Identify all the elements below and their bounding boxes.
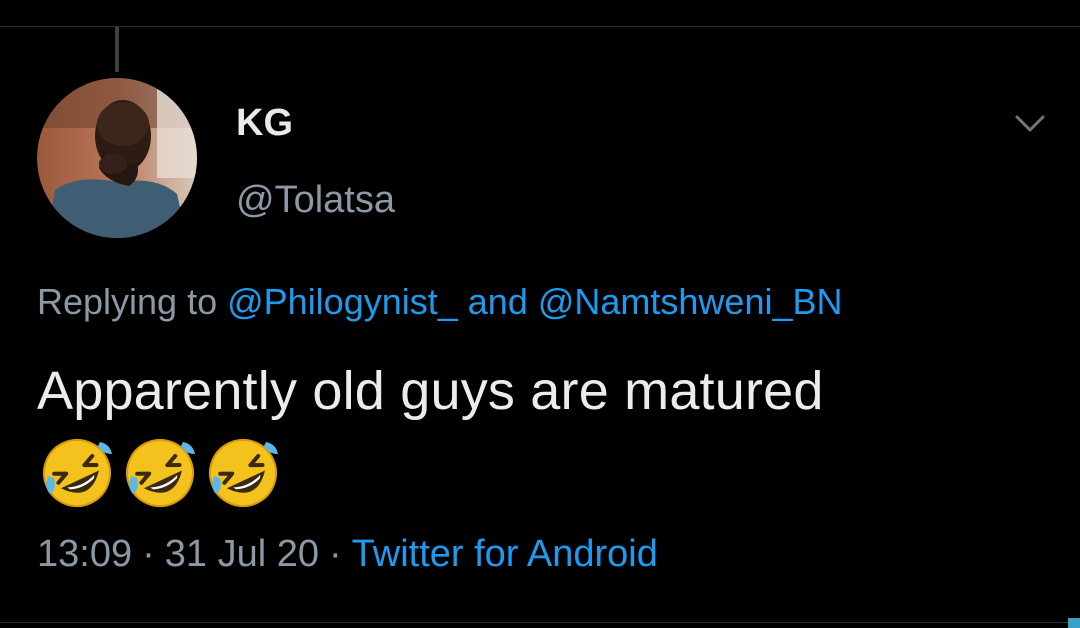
mention-link[interactable]: @Namtshweni_BN [538, 281, 843, 322]
emoji-row [40, 436, 280, 510]
rolling-on-floor-laughing-emoji [126, 439, 195, 507]
tweet-time[interactable]: 13:09 [37, 533, 132, 575]
rolling-on-floor-laughing-emoji [43, 439, 112, 507]
tweet-date[interactable]: 31 Jul 20 [165, 533, 319, 575]
tweet-source-link[interactable]: Twitter for Android [352, 533, 658, 575]
corner-accent [1068, 618, 1080, 628]
author-display-name[interactable]: KG [236, 102, 293, 145]
reply-context: Replying to @Philogynist_ and @Namtshwen… [37, 281, 843, 323]
author-handle[interactable]: @Tolatsa [236, 179, 395, 222]
reply-joiner: and [457, 281, 538, 322]
meta-separator: · [142, 533, 155, 575]
avatar-photo [37, 78, 197, 238]
mention-link[interactable]: @Philogynist_ [227, 281, 458, 322]
top-divider [0, 26, 1080, 27]
bottom-divider [0, 622, 1080, 623]
more-options-button[interactable] [1008, 104, 1052, 144]
avatar[interactable] [37, 78, 197, 238]
tweet-metadata: 13:09 · 31 Jul 20 · Twitter for Android [37, 533, 658, 576]
thread-connector-line [115, 27, 119, 72]
chevron-down-icon [1015, 115, 1045, 132]
tweet-text: Apparently old guys are matured [37, 361, 824, 421]
reply-prefix: Replying to [37, 281, 228, 322]
rolling-on-floor-laughing-emoji [209, 439, 278, 507]
meta-separator: · [328, 533, 342, 575]
